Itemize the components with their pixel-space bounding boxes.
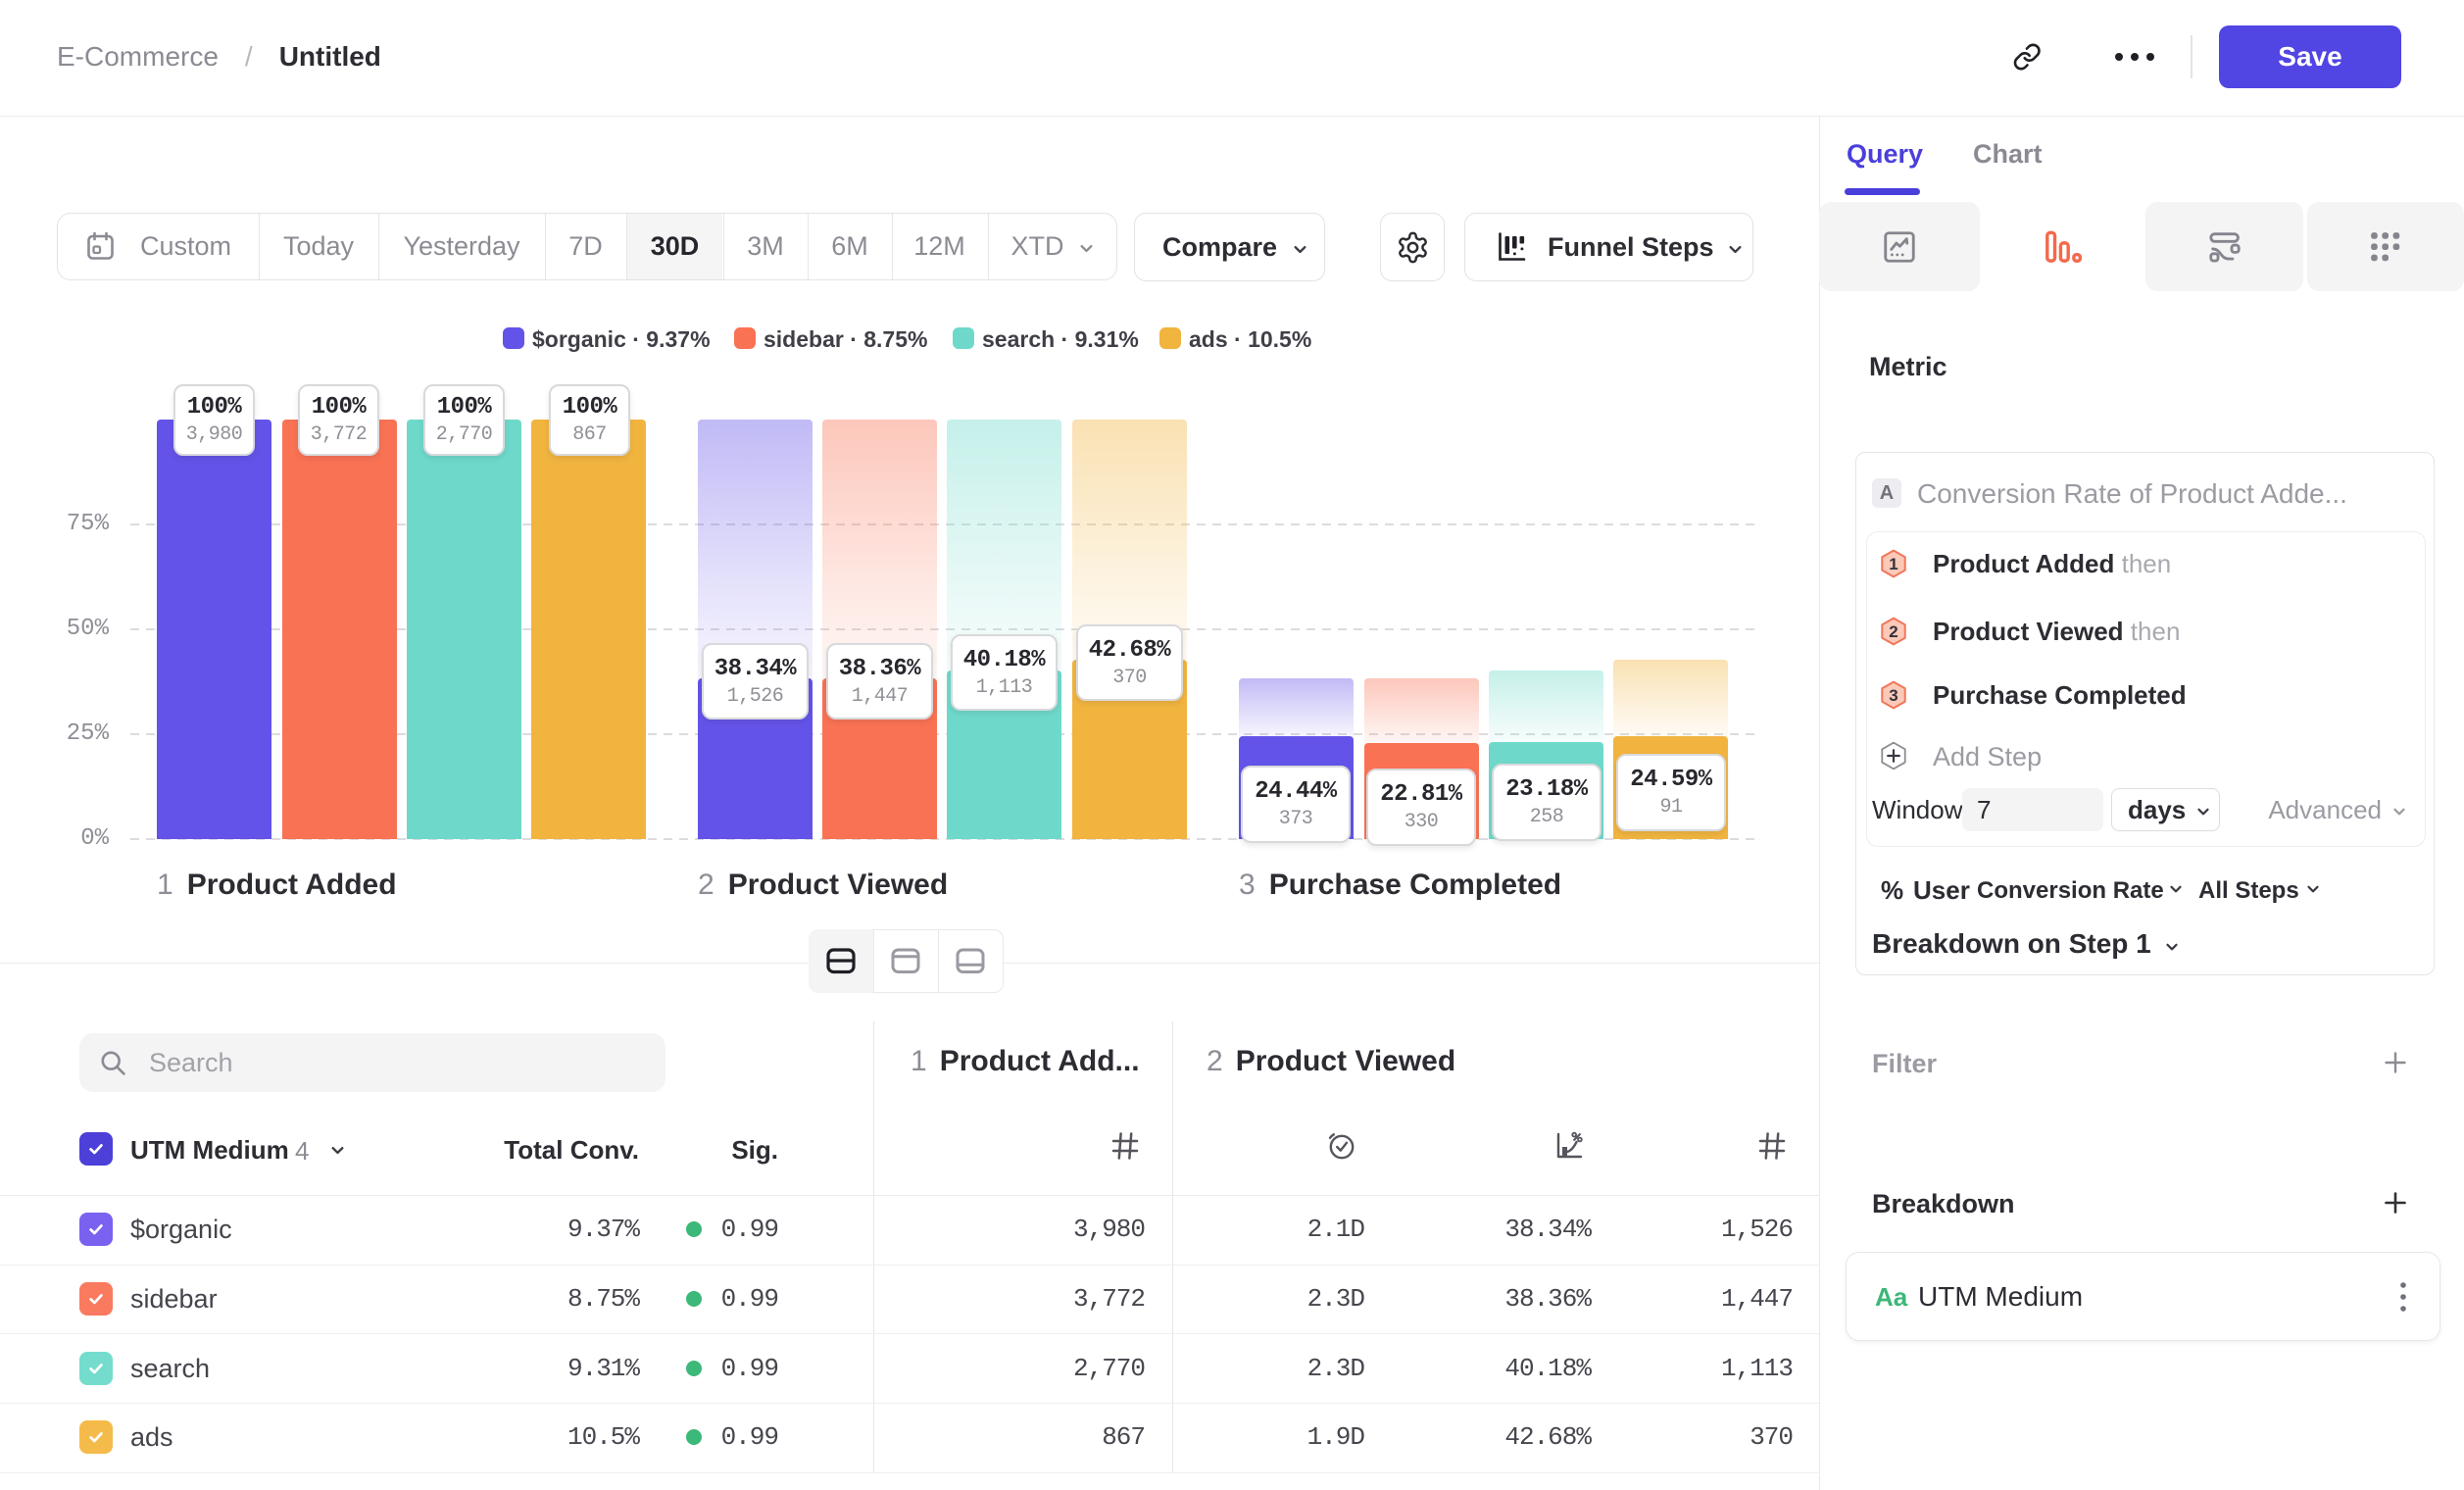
svg-text:3: 3	[1889, 686, 1897, 705]
svg-text:2: 2	[1889, 622, 1897, 641]
svg-text:1: 1	[1889, 555, 1897, 573]
